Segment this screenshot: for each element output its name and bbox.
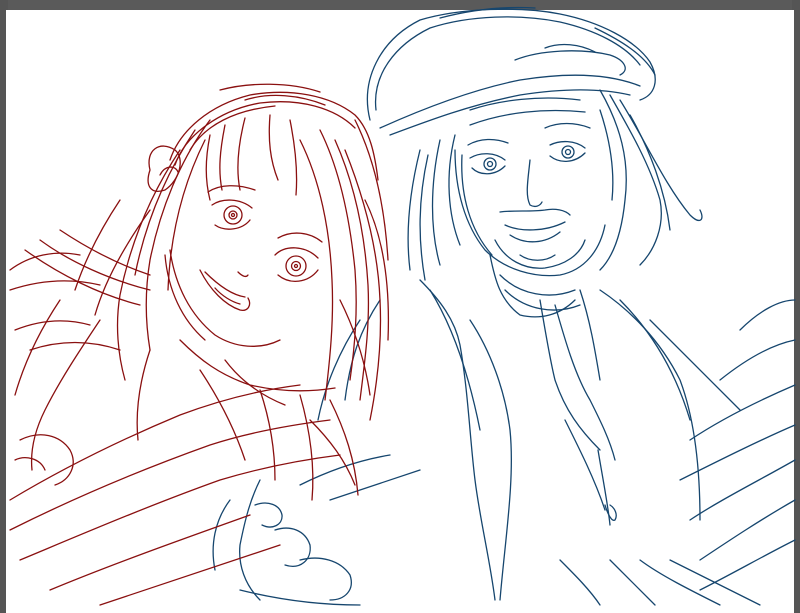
man-hand	[212, 454, 421, 606]
girl-figure	[9, 83, 390, 606]
drawing-app-window	[0, 0, 800, 613]
man-face	[454, 122, 606, 277]
man-coat	[317, 279, 796, 606]
girl-hair	[116, 83, 390, 421]
sketch-layer	[9, 6, 796, 606]
girl-body	[9, 199, 371, 606]
girl-face	[164, 185, 323, 347]
man-scarf	[489, 254, 617, 526]
man-hair	[407, 89, 703, 281]
